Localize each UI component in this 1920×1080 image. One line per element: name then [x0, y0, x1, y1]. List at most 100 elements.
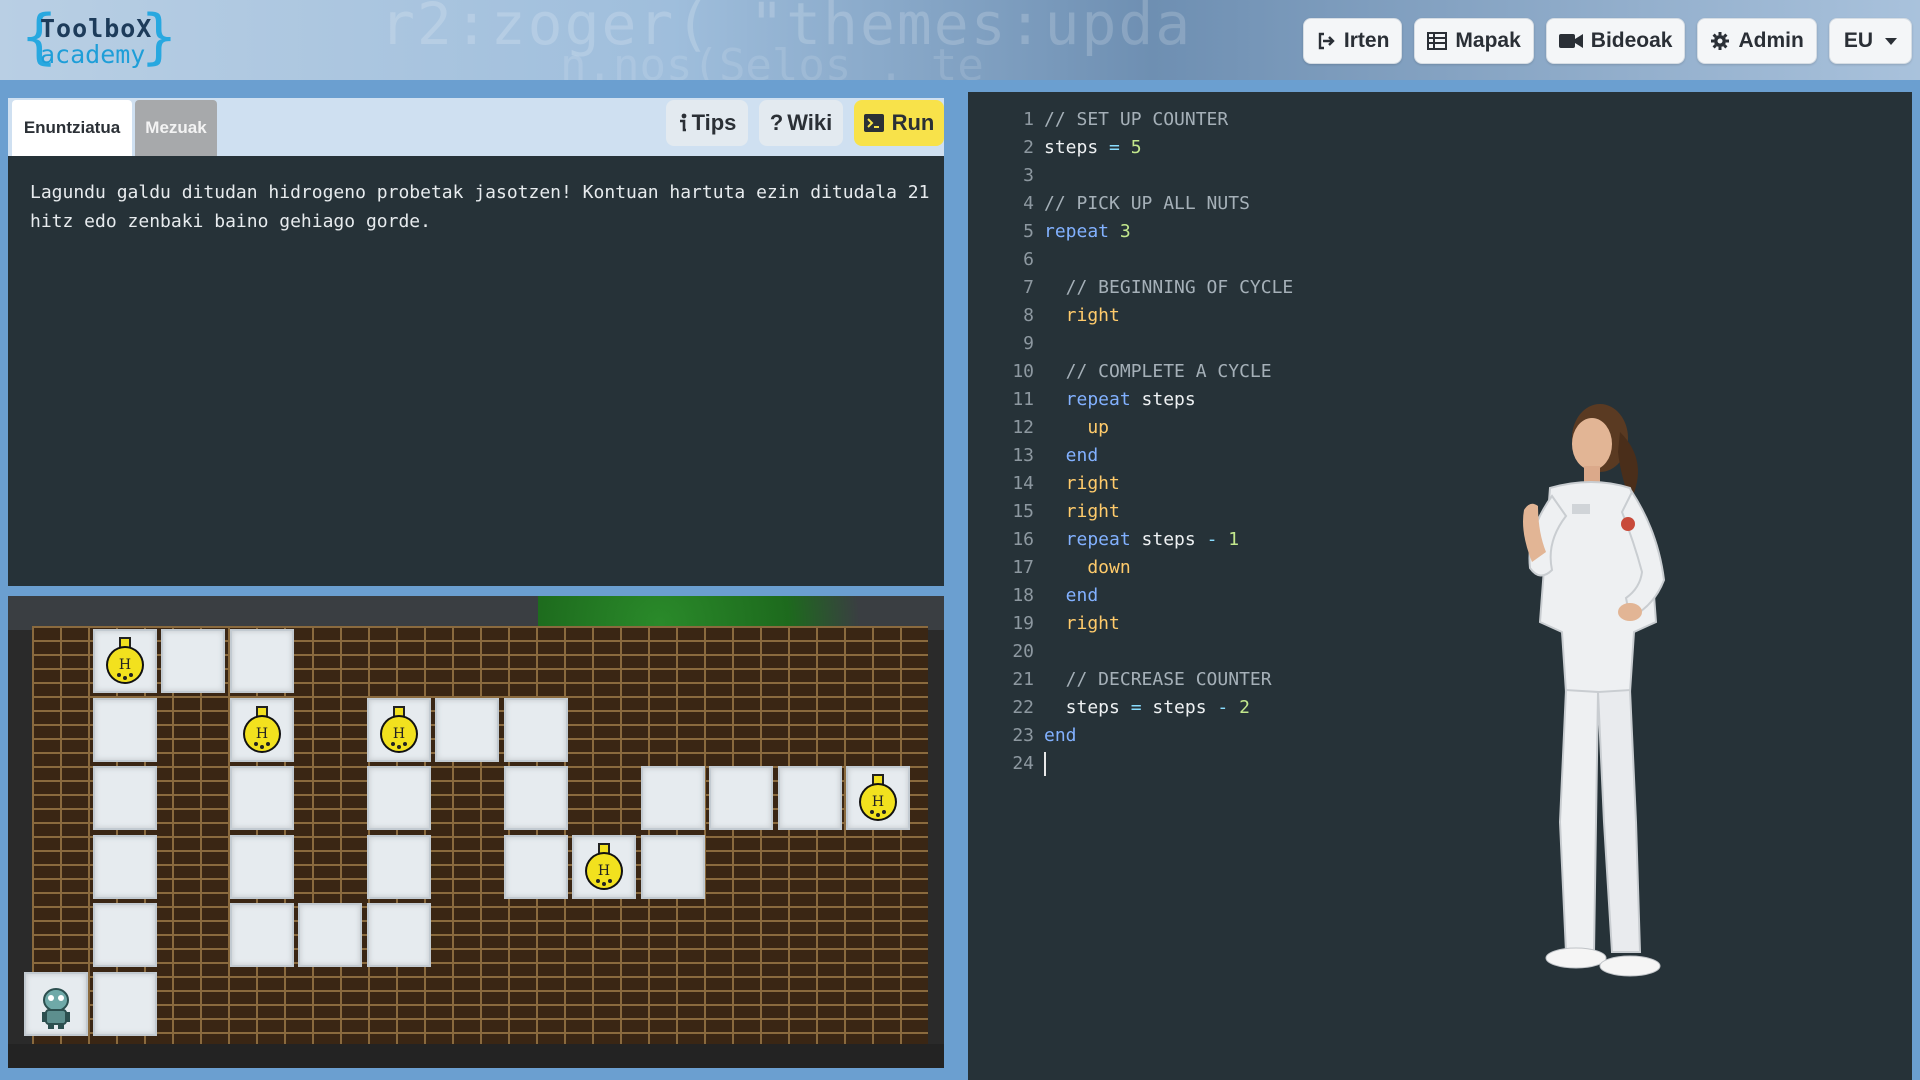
code-line[interactable]: 17 down	[968, 554, 1868, 582]
language-dropdown[interactable]: EU	[1828, 18, 1912, 64]
line-number: 9	[1023, 333, 1034, 354]
text-cursor	[1044, 752, 1046, 776]
code-token: steps	[1130, 389, 1196, 410]
info-icon	[678, 113, 688, 133]
code-line[interactable]: 5 repeat 3	[968, 218, 1868, 246]
table-icon	[1427, 32, 1448, 50]
svg-text:H: H	[118, 657, 130, 673]
chevron-down-icon	[1885, 37, 1897, 45]
tab-messages[interactable]: Mezuak	[135, 100, 217, 156]
code-token: -	[1206, 697, 1240, 718]
code-text: // SET UP COUNTER	[1044, 106, 1228, 134]
floor-tile	[161, 629, 225, 693]
code-line[interactable]: 10 // COMPLETE A CYCLE	[968, 358, 1868, 386]
line-number: 22	[1012, 697, 1034, 718]
line-number: 12	[1012, 417, 1034, 438]
line-number: 13	[1012, 445, 1034, 466]
line-number: 23	[1012, 725, 1034, 746]
presenter-figure	[1480, 392, 1700, 982]
question-icon: ?	[769, 110, 784, 135]
code-token: repeat	[1044, 221, 1110, 242]
code-token: end	[1044, 445, 1099, 466]
statement-panel: Enuntziatua Mezuak Tips ? Wiki Run Lagun…	[8, 98, 944, 586]
code-line[interactable]: 9	[968, 330, 1868, 358]
videos-button[interactable]: Bideoak	[1545, 18, 1686, 64]
code-token: steps	[1044, 137, 1099, 158]
floor-tile	[92, 971, 157, 1036]
line-number: 7	[1023, 277, 1034, 298]
maps-label: Mapak	[1455, 29, 1521, 52]
floor-tile	[366, 903, 431, 967]
code-token: down	[1044, 557, 1131, 578]
top-nav: Irten Mapak Bideoak Admin EU	[1302, 18, 1912, 64]
code-line[interactable]: 7 // BEGINNING OF CYCLE	[968, 274, 1868, 302]
code-token: // COMPLETE A CYCLE	[1044, 361, 1272, 382]
code-line[interactable]: 11 repeat steps	[968, 386, 1868, 414]
floor-tile	[366, 766, 431, 830]
code-text: end	[1044, 582, 1099, 610]
code-line[interactable]: 22 steps = steps - 2	[968, 694, 1868, 722]
tips-label: Tips	[691, 110, 737, 135]
line-number: 11	[1012, 389, 1034, 410]
code-editor[interactable]: 1 // SET UP COUNTER 2 steps = 5 3 4 // PICK UP…	[968, 92, 1912, 1080]
wiki-button[interactable]: ? Wiki	[759, 100, 843, 146]
exit-label: Irten	[1343, 29, 1390, 52]
floor-tile	[503, 766, 568, 830]
hydrogen-flask-icon: H	[572, 835, 636, 899]
line-number: 16	[1012, 529, 1034, 550]
code-text: right	[1044, 498, 1120, 526]
line-number: 18	[1012, 585, 1034, 606]
floor-tile	[298, 903, 362, 967]
code-line[interactable]: 13 end	[968, 442, 1868, 470]
admin-button[interactable]: Admin	[1697, 18, 1817, 64]
code-token: 1	[1228, 529, 1240, 550]
code-line[interactable]: 15 right	[968, 498, 1868, 526]
exercise-statement: Lagundu galdu ditudan hidrogeno probetak…	[30, 182, 930, 232]
code-token: end	[1044, 585, 1099, 606]
code-token: repeat	[1044, 529, 1131, 550]
tips-button[interactable]: Tips	[666, 100, 748, 146]
code-line[interactable]: 3	[968, 162, 1868, 190]
floor-tile	[92, 697, 157, 762]
panel-tabbar: Enuntziatua Mezuak Tips ? Wiki Run	[8, 98, 944, 156]
code-line[interactable]: 6	[968, 246, 1868, 274]
line-number: 19	[1012, 613, 1034, 634]
floor-tile	[709, 766, 773, 830]
code-token: 2	[1239, 697, 1250, 718]
code-token: steps	[1044, 697, 1120, 718]
code-token: right	[1044, 613, 1120, 634]
line-number: 15	[1012, 501, 1034, 522]
code-line[interactable]: 12 up	[968, 414, 1868, 442]
code-text: // BEGINNING OF CYCLE	[1044, 274, 1294, 302]
admin-label: Admin	[1738, 29, 1804, 52]
hydrogen-flask-icon: H	[367, 698, 431, 762]
code-token: steps	[1130, 529, 1196, 550]
code-line[interactable]: 18 end	[968, 582, 1868, 610]
exit-button[interactable]: Irten	[1302, 18, 1403, 64]
floor-tile	[92, 766, 157, 830]
code-token: =	[1119, 697, 1153, 718]
line-number: 1	[1023, 109, 1034, 130]
code-token: -	[1195, 529, 1229, 550]
code-line[interactable]: 8 right	[968, 302, 1868, 330]
code-line[interactable]: 23 end	[968, 722, 1868, 750]
toolbox-academy-logo[interactable]: { ToolboX academy }	[20, 6, 178, 70]
code-line[interactable]: 20	[968, 638, 1868, 666]
code-line[interactable]: 21 // DECREASE COUNTER	[968, 666, 1868, 694]
tab-statement[interactable]: Enuntziatua	[12, 100, 132, 156]
code-line[interactable]: 16 repeat steps - 1	[968, 526, 1868, 554]
code-text: // COMPLETE A CYCLE	[1044, 358, 1272, 386]
code-line[interactable]: 2 steps = 5	[968, 134, 1868, 162]
run-button[interactable]: Run	[854, 100, 944, 146]
code-line[interactable]: 24	[968, 750, 1868, 778]
maps-button[interactable]: Mapak	[1414, 18, 1534, 64]
board-bottom-strip	[8, 1044, 944, 1068]
code-line[interactable]: 1 // SET UP COUNTER	[968, 106, 1868, 134]
floor-tile	[229, 766, 294, 830]
code-token: right	[1044, 501, 1120, 522]
floor-tile	[92, 834, 157, 899]
code-line[interactable]: 4 // PICK UP ALL NUTS	[968, 190, 1868, 218]
code-line[interactable]: 14 right	[968, 470, 1868, 498]
code-line[interactable]: 19 right	[968, 610, 1868, 638]
